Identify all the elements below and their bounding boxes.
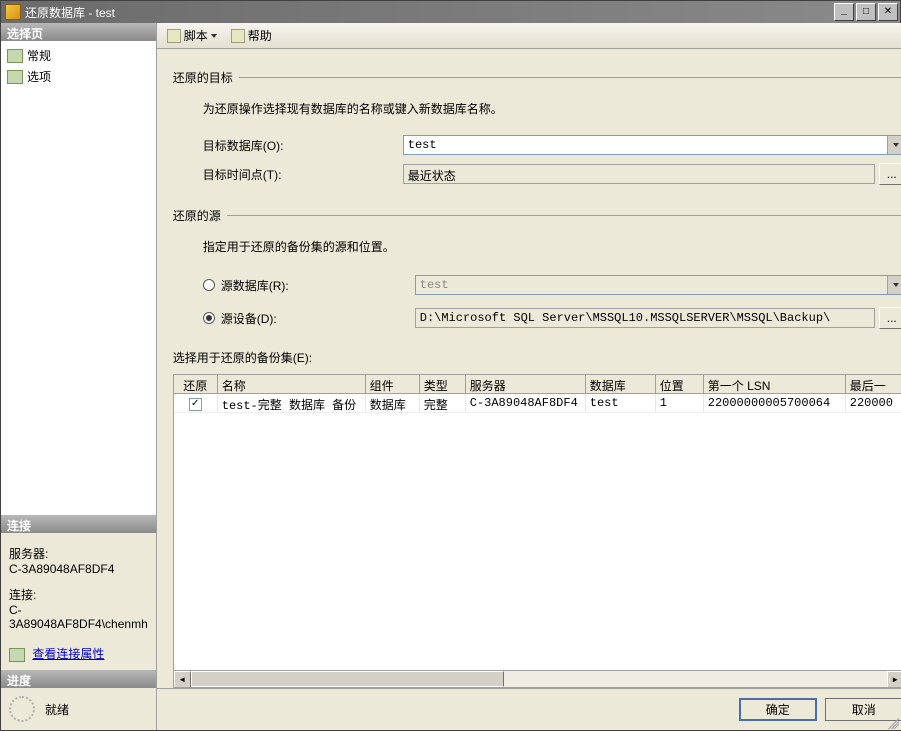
connection-header: 连接 (1, 515, 156, 533)
app-icon (5, 4, 21, 20)
progress-panel: 就绪 (1, 688, 156, 730)
source-device-value: D:\Microsoft SQL Server\MSSQL10.MSSQLSER… (420, 311, 830, 325)
main-panel: 脚本 帮助 还原的目标 为还原操作选择现有数据库的名称或键入新数据库名称。 目标… (157, 23, 901, 730)
dialog-footer: 确定 取消 (157, 688, 901, 730)
server-value: C-3A89048AF8DF4 (9, 562, 148, 576)
connection-label: 连接: (9, 586, 148, 603)
col-restore[interactable]: 还原 (174, 375, 218, 393)
progress-spinner-icon (9, 696, 35, 722)
col-server[interactable]: 服务器 (466, 375, 586, 393)
cell-position: 1 (656, 394, 704, 412)
cell-database: test (586, 394, 656, 412)
grid-header-row: 还原 名称 组件 类型 服务器 数据库 位置 第一个 LSN 最后一 (174, 375, 901, 394)
connection-props-icon (9, 648, 25, 662)
backup-sets-grid[interactable]: 还原 名称 组件 类型 服务器 数据库 位置 第一个 LSN 最后一 ✓ (173, 374, 901, 688)
target-time-textbox: 最近状态 (403, 164, 875, 184)
source-database-select: test (415, 275, 901, 295)
ellipsis-icon: ... (887, 167, 897, 181)
maximize-button[interactable]: □ (856, 3, 876, 21)
horizontal-scrollbar[interactable]: ◄ ► (174, 670, 901, 687)
scroll-track[interactable] (191, 671, 887, 687)
progress-status: 就绪 (45, 701, 69, 718)
col-type[interactable]: 类型 (420, 375, 466, 393)
progress-header: 进度 (1, 670, 156, 688)
source-device-textbox: D:\Microsoft SQL Server\MSSQL10.MSSQLSER… (415, 308, 875, 328)
view-connection-properties-link[interactable]: 查看连接属性 (32, 647, 104, 661)
col-first-lsn[interactable]: 第一个 LSN (704, 375, 846, 393)
target-db-label: 目标数据库(O): (203, 137, 403, 154)
grid-row[interactable]: ✓ test-完整 数据库 备份 数据库 完整 C-3A89048AF8DF4 … (174, 394, 901, 413)
help-icon (231, 29, 245, 43)
titlebar[interactable]: 还原数据库 - test _ □ ✕ (1, 1, 900, 23)
page-icon (7, 70, 23, 84)
divider (239, 77, 901, 78)
script-icon (167, 29, 181, 43)
cell-server: C-3A89048AF8DF4 (466, 394, 586, 412)
divider (227, 215, 901, 216)
target-desc: 为还原操作选择现有数据库的名称或键入新数据库名称。 (203, 100, 901, 117)
target-time-label: 目标时间点(T): (203, 166, 403, 183)
window-title: 还原数据库 - test (25, 4, 832, 21)
resize-grip[interactable] (885, 715, 899, 729)
script-label: 脚本 (184, 27, 208, 44)
source-device-browse-button[interactable]: ... (879, 307, 901, 329)
col-database[interactable]: 数据库 (586, 375, 656, 393)
col-position[interactable]: 位置 (656, 375, 704, 393)
page-icon (7, 49, 23, 63)
source-desc: 指定用于还原的备份集的源和位置。 (203, 238, 901, 255)
source-device-radio[interactable] (203, 312, 215, 324)
col-component[interactable]: 组件 (366, 375, 420, 393)
script-button[interactable]: 脚本 (163, 25, 221, 46)
sidebar-item-label: 选项 (27, 68, 51, 85)
ok-button[interactable]: 确定 (739, 698, 817, 721)
scroll-right-button[interactable]: ► (887, 671, 901, 688)
cell-name: test-完整 数据库 备份 (218, 394, 366, 412)
help-button[interactable]: 帮助 (227, 25, 276, 46)
target-database-select[interactable]: test (403, 135, 901, 155)
cell-type: 完整 (420, 394, 466, 412)
connection-value: C-3A89048AF8DF4\chenmh (9, 603, 148, 631)
source-section-title: 还原的源 (173, 207, 221, 224)
restore-checkbox[interactable]: ✓ (189, 398, 202, 411)
cell-first-lsn: 22000000005700064 (704, 394, 846, 412)
cell-restore[interactable]: ✓ (174, 394, 218, 412)
close-button[interactable]: ✕ (878, 3, 898, 21)
col-name[interactable]: 名称 (218, 375, 366, 393)
backup-sets-label: 选择用于还原的备份集(E): (173, 349, 901, 366)
cell-last-lsn: 220000 (846, 394, 901, 412)
sidebar-item-options[interactable]: 选项 (5, 66, 152, 87)
minimize-button[interactable]: _ (834, 3, 854, 21)
connection-panel: 服务器: C-3A89048AF8DF4 连接: C-3A89048AF8DF4… (1, 533, 156, 670)
chevron-down-icon (211, 34, 217, 38)
target-time-value: 最近状态 (408, 170, 456, 184)
sidebar: 选择页 常规 选项 连接 服务器: C-3A89048AF8DF4 连接: C-… (1, 23, 157, 730)
toolbar: 脚本 帮助 (157, 23, 901, 49)
select-page-header: 选择页 (1, 23, 156, 41)
scroll-thumb[interactable] (191, 671, 504, 687)
sidebar-item-label: 常规 (27, 47, 51, 64)
target-db-value: test (408, 138, 437, 152)
source-device-radio-label: 源设备(D): (221, 310, 415, 327)
chevron-down-icon (887, 276, 901, 294)
scroll-left-button[interactable]: ◄ (174, 671, 191, 688)
source-db-value: test (420, 278, 449, 292)
target-time-browse-button[interactable]: ... (879, 163, 901, 185)
ellipsis-icon: ... (887, 311, 897, 325)
cell-component: 数据库 (366, 394, 420, 412)
source-db-radio-label: 源数据库(R): (221, 277, 415, 294)
help-label: 帮助 (248, 27, 272, 44)
sidebar-item-general[interactable]: 常规 (5, 45, 152, 66)
chevron-down-icon (887, 136, 901, 154)
col-last-lsn[interactable]: 最后一 (846, 375, 901, 393)
source-database-radio[interactable] (203, 279, 215, 291)
target-section-title: 还原的目标 (173, 69, 233, 86)
server-label: 服务器: (9, 545, 148, 562)
